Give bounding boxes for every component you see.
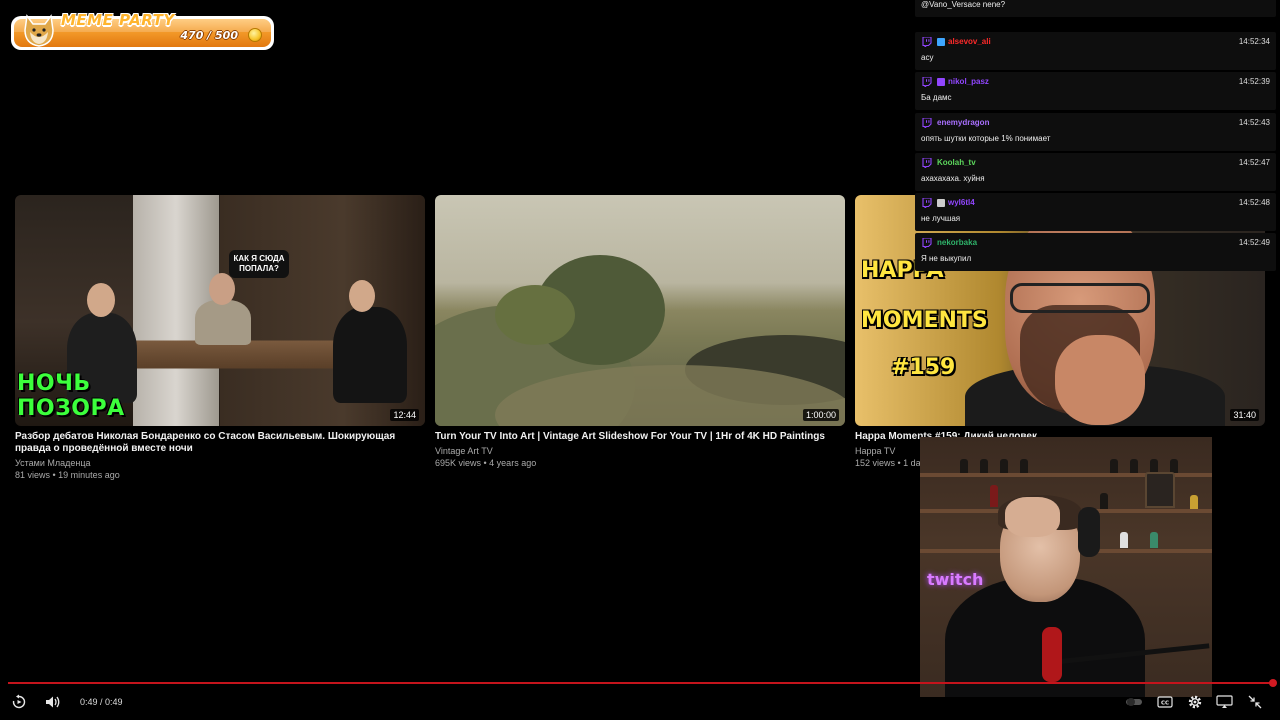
exit-fullscreen-icon[interactable] — [1247, 694, 1263, 710]
chat-message: alsevov_ali 14:52:34 acy — [915, 32, 1276, 70]
figurine — [1170, 459, 1178, 473]
video-card[interactable]: 1:00:00 Turn Your TV Into Art | Vintage … — [435, 195, 845, 468]
figurine — [1000, 459, 1008, 473]
video-title[interactable]: Turn Your TV Into Art | Vintage Art Slid… — [435, 431, 835, 443]
video-channel[interactable]: Устами Младенца — [15, 458, 91, 468]
video-duration: 31:40 — [1230, 409, 1259, 421]
chat-timestamp: 14:52:49 — [1238, 238, 1270, 247]
figurine — [1110, 459, 1118, 473]
chat-overlay: AceMentura14:52:13@Vano_Versace nene? als… — [915, 0, 1276, 272]
chat-username[interactable]: Koolah_tv — [937, 158, 976, 167]
thumbnail-badge: КАК Я СЮДА ПОПАЛА? — [229, 250, 289, 278]
figurine — [1190, 495, 1198, 509]
thumbnail-head — [209, 273, 235, 305]
twitch-icon — [922, 77, 932, 87]
picture-frame — [1145, 472, 1175, 508]
video-meta: 695K views • 4 years ago — [435, 458, 537, 468]
chat-text: @Vano_Versace nene? — [921, 0, 1006, 9]
chat-username[interactable]: alsevov_ali — [948, 37, 991, 46]
thumbnail-caption-line: MOMENTS — [861, 308, 988, 333]
figurine — [1150, 459, 1158, 473]
streamer-hand — [1005, 497, 1060, 537]
thumbnail-person — [333, 307, 407, 403]
thumbnail-tree — [495, 285, 575, 345]
twitch-icon — [922, 238, 932, 248]
user-badge-icon — [937, 199, 945, 207]
figurine — [960, 459, 968, 473]
video-duration: 1:00:00 — [802, 409, 839, 421]
volume-icon[interactable] — [44, 694, 61, 710]
webcam-overlay: twitch — [920, 437, 1212, 697]
figurine — [1150, 532, 1158, 548]
doge-icon — [24, 14, 54, 47]
video-thumbnail[interactable]: 1:00:00 — [435, 195, 845, 426]
thumbnail-glasses — [1010, 283, 1150, 313]
chat-username[interactable]: wyl6tl4 — [948, 198, 975, 207]
chat-username[interactable]: nikol_pasz — [948, 77, 989, 86]
thumbnail-caption-line: ПОЗОРА — [17, 396, 125, 421]
twitch-icon — [922, 158, 932, 168]
user-badge-icon — [937, 78, 945, 86]
coin-icon — [248, 28, 262, 42]
twitch-icon — [922, 118, 932, 128]
cast-icon[interactable] — [1216, 695, 1233, 709]
figurine — [1100, 493, 1108, 509]
thumbnail-person — [195, 300, 251, 345]
chat-text: Ба дамс — [921, 93, 952, 102]
chat-timestamp: 14:52:48 — [1238, 198, 1270, 207]
replay-icon[interactable] — [11, 694, 27, 710]
user-badge-icon — [937, 38, 945, 46]
chat-text: опять шутки которые 1% понимает — [921, 134, 1051, 143]
chat-text: acy — [921, 53, 934, 62]
microphone — [1042, 627, 1062, 682]
settings-icon[interactable] — [1187, 694, 1203, 710]
video-card[interactable]: КАК Я СЮДА ПОПАЛА? НОЧЬ ПОЗОРА 12:44 Раз… — [15, 195, 425, 480]
meme-party-title: MEME PARTY — [61, 11, 175, 29]
captions-icon[interactable]: CC — [1157, 696, 1173, 708]
neon-sign: twitch — [927, 570, 984, 589]
chat-username[interactable]: nekorbaka — [937, 238, 977, 247]
chat-message: AceMentura14:52:13@Vano_Versace nene? — [915, 0, 1276, 17]
thumbnail-hand — [1055, 335, 1145, 425]
video-thumbnail[interactable]: КАК Я СЮДА ПОПАЛА? НОЧЬ ПОЗОРА 12:44 — [15, 195, 425, 426]
time-display: 0:49 / 0:49 — [80, 697, 123, 707]
chat-timestamp: 14:52:47 — [1238, 158, 1270, 167]
chat-timestamp: 14:52:34 — [1238, 37, 1270, 46]
video-channel[interactable]: Happa TV — [855, 446, 895, 456]
chat-username[interactable]: enemydragon — [937, 118, 989, 127]
chat-text: не лучшая — [921, 214, 961, 223]
figurine — [980, 459, 988, 473]
progress-scrubber[interactable] — [1269, 679, 1277, 687]
chat-timestamp: 14:52:39 — [1238, 77, 1270, 86]
chat-message: nekorbaka 14:52:49 Я не выкупил — [915, 233, 1276, 271]
figurine — [1020, 459, 1028, 473]
video-channel[interactable]: Vintage Art TV — [435, 446, 493, 456]
video-meta: 81 views • 19 minutes ago — [15, 470, 120, 480]
twitch-icon — [922, 37, 932, 47]
progress-bar[interactable] — [8, 682, 1274, 684]
twitch-icon — [922, 198, 932, 208]
thumbnail-caption: НОЧЬ ПОЗОРА — [17, 371, 125, 421]
chat-text: ахахахаха. хуйня — [921, 174, 985, 183]
thumbnail-caption-line: #159 — [891, 355, 956, 380]
video-title[interactable]: Разбор дебатов Николая Бондаренко со Ста… — [15, 431, 415, 455]
video-duration: 12:44 — [390, 409, 419, 421]
meme-party-widget: MEME PARTY 470 / 500 — [11, 10, 274, 50]
headphones — [1078, 507, 1100, 557]
chat-message: enemydragon 14:52:43 опять шутки которые 1… — [915, 113, 1276, 151]
meme-party-count: 470 / 500 — [180, 29, 238, 42]
svg-text:CC: CC — [1161, 701, 1169, 707]
autoplay-toggle-icon[interactable] — [1125, 697, 1143, 707]
thumbnail-caption-line: НОЧЬ — [17, 371, 91, 396]
thumbnail-head — [87, 283, 115, 317]
chat-message: wyl6tl4 14:52:48 не лучшая — [915, 193, 1276, 231]
figurine — [990, 485, 998, 507]
chat-message: Koolah_tv 14:52:47 ахахахаха. хуйня — [915, 153, 1276, 191]
figurine — [1120, 532, 1128, 548]
figurine — [1130, 459, 1138, 473]
thumbnail-head — [349, 280, 375, 312]
chat-text: Я не выкупил — [921, 254, 972, 263]
chat-timestamp: 14:52:43 — [1238, 118, 1270, 127]
chat-message: nikol_pasz 14:52:39 Ба дамс — [915, 72, 1276, 110]
